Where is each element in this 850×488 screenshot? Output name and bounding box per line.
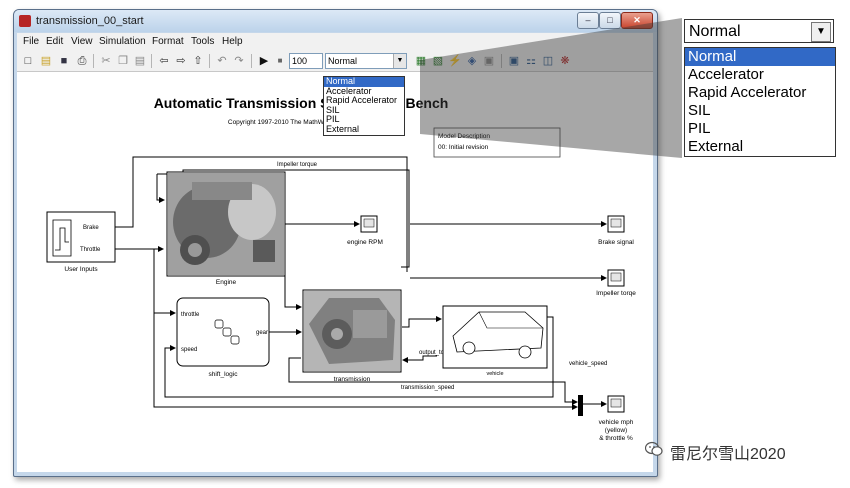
up-arrow-icon[interactable]: ⇧: [191, 54, 205, 68]
refresh-icon[interactable]: ⚡: [448, 54, 462, 68]
vehicle-speed-signal-label: vehicle_speed: [569, 361, 607, 367]
model-description-text: 00: Initial revision: [438, 144, 489, 151]
minimize-button[interactable]: –: [577, 12, 599, 29]
print-icon[interactable]: ⎙: [75, 54, 89, 68]
shift-logic-label: shift_logic: [209, 371, 239, 378]
simulation-mode-select[interactable]: Normal ▼: [325, 53, 407, 69]
sim-mode-option-external[interactable]: External: [324, 124, 404, 135]
zoomed-option-pil[interactable]: PIL: [685, 120, 835, 138]
shift-logic-speed-port: speed: [181, 347, 197, 353]
new-model-icon[interactable]: □: [21, 54, 35, 68]
toolbar-separator: [209, 54, 210, 68]
engine-to-transmission-line: [284, 244, 302, 310]
mux-block[interactable]: [578, 395, 583, 416]
menu-format[interactable]: Format: [152, 36, 184, 47]
vehicle-label: vehicle: [486, 371, 503, 377]
engine-block[interactable]: Engine: [166, 171, 286, 286]
vehicle-mph-label-3: & throttle %: [599, 435, 633, 442]
impeller-torque-scope-label: Impeller torqe: [596, 290, 636, 297]
menu-file[interactable]: File: [23, 36, 39, 47]
open-folder-icon[interactable]: ▤: [39, 54, 53, 68]
user-inputs-label: User Inputs: [64, 266, 98, 273]
brake-port-label: Brake: [83, 225, 99, 231]
torque-to-engine-line: [156, 174, 165, 203]
shift-logic-throttle-port: throttle: [181, 312, 200, 318]
brake-signal-scope[interactable]: Brake signal: [598, 215, 634, 246]
brake-signal-label: Brake signal: [598, 239, 634, 246]
menu-help[interactable]: Help: [222, 36, 243, 47]
redo-icon[interactable]: ↷: [232, 54, 246, 68]
engine-rpm-label: engine RPM: [347, 239, 383, 246]
transmission-block[interactable]: transmission: [302, 289, 402, 383]
menu-edit[interactable]: Edit: [46, 36, 63, 47]
menu-view[interactable]: View: [71, 36, 93, 47]
menu-tools[interactable]: Tools: [191, 36, 214, 47]
impeller-torque-scope[interactable]: Impeller torqe: [596, 269, 636, 297]
shift-logic-block[interactable]: throttle speed gear shift_logic: [176, 297, 270, 378]
zoomed-option-sil[interactable]: SIL: [685, 102, 835, 120]
shift-logic-gear-port: gear: [256, 330, 268, 336]
menu-bar: File Edit View Simulation Format Tools H…: [17, 33, 653, 51]
menu-simulation[interactable]: Simulation: [99, 36, 146, 47]
library-browser-icon[interactable]: ▣: [507, 54, 521, 68]
zoomed-option-accelerator[interactable]: Accelerator: [685, 66, 835, 84]
window-title: transmission_00_start: [36, 15, 144, 27]
save-icon[interactable]: ■: [57, 54, 71, 68]
back-arrow-icon[interactable]: ⇦: [157, 54, 171, 68]
model-explorer-icon[interactable]: ⚏: [524, 54, 538, 68]
vehicle-mph-scope[interactable]: vehicle mph (yellow) & throttle %: [599, 395, 634, 442]
toolbar-separator: [501, 54, 502, 68]
toolbar-separator: [151, 54, 152, 68]
transmission-label: transmission: [334, 376, 371, 383]
build-icon[interactable]: ▦: [414, 54, 428, 68]
model-description-block[interactable]: Model Description 00: Initial revision: [433, 127, 561, 158]
zoomed-simulation-mode-select[interactable]: Normal ▼: [684, 19, 834, 43]
chevron-down-icon[interactable]: ▼: [393, 54, 406, 68]
engine-rpm-scope[interactable]: engine RPM: [347, 215, 383, 246]
zoomed-simulation-mode-list: Normal Accelerator Rapid Accelerator SIL…: [684, 47, 836, 157]
close-button[interactable]: ✕: [621, 12, 653, 29]
vehicle-block[interactable]: vehicle: [442, 305, 548, 377]
simulation-mode-value: Normal: [328, 56, 358, 66]
run-icon[interactable]: ▶: [257, 54, 271, 68]
zoomed-option-rapid-accelerator[interactable]: Rapid Accelerator: [685, 84, 835, 102]
user-inputs-block[interactable]: Brake Throttle User Inputs: [46, 211, 116, 273]
incremental-build-icon[interactable]: ▧: [431, 54, 445, 68]
toolbar: □ ▤ ■ ⎙ ✂ ❐ ▤ ⇦ ⇨ ⇧ ↶ ↷ ▶ ■ 100 Normal ▼…: [17, 51, 653, 72]
paste-icon[interactable]: ▤: [133, 54, 147, 68]
vehicle-mph-label-2: (yellow): [605, 427, 627, 434]
model-browser-icon[interactable]: ◫: [541, 54, 555, 68]
undo-icon[interactable]: ↶: [215, 54, 229, 68]
debug-icon[interactable]: ▣: [482, 54, 496, 68]
transmission-to-vehicle-line: [402, 316, 442, 328]
output-torque-line: [402, 355, 437, 363]
zoomed-option-external[interactable]: External: [685, 138, 835, 156]
cut-icon[interactable]: ✂: [99, 54, 113, 68]
simulation-mode-dropdown-list: Normal Accelerator Rapid Accelerator SIL…: [323, 76, 405, 136]
maximize-button[interactable]: □: [599, 12, 621, 29]
impeller-torque-signal-label: Impeller torque: [277, 162, 318, 168]
vehicle-mph-label: vehicle mph: [599, 419, 634, 426]
zoomed-option-normal[interactable]: Normal: [685, 48, 835, 66]
update-diagram-icon[interactable]: ◈: [465, 54, 479, 68]
model-canvas[interactable]: Automatic Transmission System Test Bench…: [17, 72, 653, 472]
toolbar-separator: [93, 54, 94, 68]
zoomed-simulation-mode-value: Normal: [689, 23, 741, 40]
forward-arrow-icon[interactable]: ⇨: [174, 54, 188, 68]
transmission-speed-signal-label: transmission_speed: [401, 385, 454, 391]
throttle-port-label: Throttle: [80, 247, 101, 253]
stop-time-input[interactable]: 100: [289, 53, 323, 69]
copy-icon[interactable]: ❐: [116, 54, 130, 68]
simulink-window: transmission_00_start – □ ✕ File Edit Vi…: [13, 9, 658, 477]
engine-label: Engine: [216, 279, 237, 286]
toolbar-separator: [251, 54, 252, 68]
wechat-icon: [645, 441, 663, 456]
title-bar[interactable]: transmission_00_start – □ ✕: [14, 10, 657, 32]
debugger-icon[interactable]: ❋: [558, 54, 572, 68]
model-description-heading: Model Description: [438, 133, 490, 140]
stop-icon[interactable]: ■: [273, 54, 287, 68]
watermark-text: 雷尼尔雪山2020: [670, 446, 786, 463]
simulink-app-icon: [19, 15, 31, 27]
chevron-down-icon[interactable]: ▼: [811, 22, 831, 42]
